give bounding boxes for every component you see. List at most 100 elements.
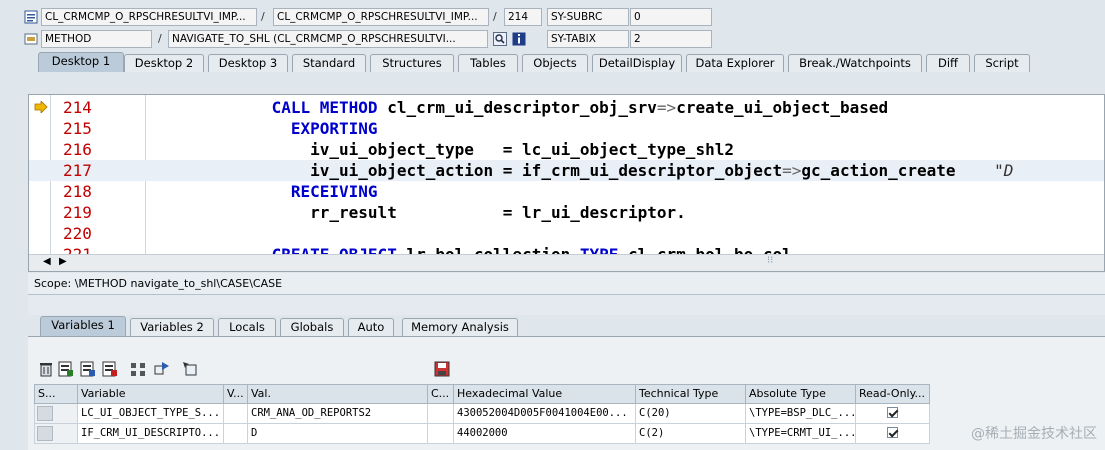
col-header-v[interactable]: V... (224, 384, 248, 404)
tab-breakpoints[interactable]: Break./Watchpoints (788, 54, 922, 72)
variables-panel: S... Variable V... Val. C... Hexadecimal… (28, 336, 1105, 450)
info-icon[interactable] (512, 32, 526, 46)
line-field[interactable]: 214 (504, 8, 542, 26)
cell-absolute-type[interactable]: \TYPE=BSP_DLC_... (746, 404, 856, 424)
tab-desktop-1[interactable]: Desktop 1 (38, 52, 124, 72)
code-token: "D (994, 161, 1014, 180)
select-icon[interactable] (182, 361, 198, 377)
line-number: 215 (63, 119, 92, 138)
hierarchy-icon[interactable] (130, 361, 146, 377)
sysvar-name-1[interactable]: SY-SUBRC (547, 8, 629, 26)
line-number: 214 (63, 98, 92, 117)
sysvar-value-2[interactable]: 2 (630, 30, 712, 48)
scroll-grip-icon[interactable]: ⁝⁝ (767, 255, 773, 266)
row-selector[interactable] (37, 426, 53, 441)
cell-value[interactable]: CRM_ANA_OD_REPORTS2 (248, 404, 428, 424)
cell-variable[interactable]: LC_UI_OBJECT_TYPE_S... (78, 404, 224, 424)
col-header-c[interactable]: C... (428, 384, 454, 404)
event-type-field[interactable]: METHOD (41, 30, 152, 48)
cell-value[interactable]: D (248, 424, 428, 444)
tab-variables-1[interactable]: Variables 1 (40, 316, 126, 336)
delete-icon[interactable] (38, 361, 54, 377)
cell-read-only[interactable] (856, 404, 930, 424)
code-line[interactable]: 215 EXPORTING (29, 118, 1104, 139)
cell-v (224, 404, 248, 424)
col-header-status[interactable]: S... (34, 384, 78, 404)
col-header-read-only[interactable]: Read-Only... (856, 384, 930, 404)
read-only-checkbox[interactable] (887, 427, 898, 438)
desktop-tabbar: Desktop 1 Desktop 2 Desktop 3 Standard S… (0, 52, 1105, 72)
code-text: CALL METHOD cl_crm_ui_descriptor_obj_srv… (156, 97, 889, 118)
code-text: EXPORTING (156, 118, 378, 139)
code-token: EXPORTING (290, 119, 378, 138)
tab-desktop-2[interactable]: Desktop 2 (124, 54, 204, 72)
tab-script[interactable]: Script (974, 54, 1030, 72)
cell-absolute-type[interactable]: \TYPE=CRMT_UI_... (746, 424, 856, 444)
cell-hex[interactable]: 44002000 (454, 424, 636, 444)
tab-locals[interactable]: Locals (218, 318, 276, 336)
remove-row-icon[interactable] (102, 361, 118, 377)
insert-row-icon[interactable] (58, 361, 74, 377)
scroll-left-icon[interactable]: ◀ (43, 256, 51, 267)
tab-structures[interactable]: Structures (370, 54, 454, 72)
tab-objects[interactable]: Objects (522, 54, 588, 72)
event-name-field[interactable]: NAVIGATE_TO_SHL (CL_CRMCMP_O_RPSCHRESULT… (168, 30, 488, 48)
tab-variables-2[interactable]: Variables 2 (130, 318, 214, 336)
code-line[interactable]: 220 (29, 223, 1104, 244)
save-icon[interactable] (434, 361, 450, 377)
code-line[interactable]: 216 iv_ui_object_type = lc_ui_object_typ… (29, 139, 1104, 160)
tab-memory-analysis[interactable]: Memory Analysis (402, 318, 518, 336)
code-line[interactable]: 217 iv_ui_object_action = if_crm_ui_desc… (29, 160, 1104, 181)
program-icon (24, 10, 38, 24)
tab-diff[interactable]: Diff (926, 54, 970, 72)
scroll-right-icon[interactable]: ▶ (59, 256, 67, 267)
tab-auto[interactable]: Auto (348, 318, 394, 336)
tab-tables[interactable]: Tables (458, 54, 518, 72)
code-text: rr_result = lr_ui_descriptor. (156, 202, 686, 223)
cell-technical-type[interactable]: C(20) (636, 404, 746, 424)
line-number: 216 (63, 140, 92, 159)
navigate-icon[interactable] (154, 361, 170, 377)
append-row-icon[interactable] (80, 361, 96, 377)
col-header-technical-type[interactable]: Technical Type (636, 384, 746, 404)
code-token: iv_ui_object_type = lc_ui_object_type_sh… (156, 140, 734, 159)
cell-v (224, 424, 248, 444)
code-line[interactable]: 218 RECEIVING (29, 181, 1104, 202)
scope-path: Scope: \METHOD navigate_to_shl\CASE\CASE (28, 273, 1105, 295)
line-number: 220 (63, 224, 92, 243)
tab-data-explorer[interactable]: Data Explorer (686, 54, 784, 72)
code-text: iv_ui_object_type = lc_ui_object_type_sh… (156, 139, 734, 160)
tab-detaildisplay[interactable]: DetailDisplay (592, 54, 682, 72)
code-token: gc_action_create (801, 161, 995, 180)
sysvar-value-1[interactable]: 0 (630, 8, 712, 26)
tab-standard[interactable]: Standard (292, 54, 366, 72)
code-line[interactable]: 214 CALL METHOD cl_crm_ui_descriptor_obj… (29, 97, 1104, 118)
line-number: 219 (63, 203, 92, 222)
code-line[interactable]: 219 rr_result = lr_ui_descriptor. (29, 202, 1104, 223)
tab-desktop-3[interactable]: Desktop 3 (208, 54, 288, 72)
cell-read-only[interactable] (856, 424, 930, 444)
cell-technical-type[interactable]: C(2) (636, 424, 746, 444)
code-token: CALL METHOD (271, 98, 378, 117)
line-number: 217 (63, 161, 92, 180)
table-row[interactable] (34, 424, 78, 444)
horizontal-scrollbar[interactable]: ◀ ▶ ⁝⁝ (29, 254, 1104, 271)
col-header-hex[interactable]: Hexadecimal Value (454, 384, 636, 404)
sysvar-name-2[interactable]: SY-TABIX (547, 30, 629, 48)
cell-hex[interactable]: 430052004D005F0041004E00... (454, 404, 636, 424)
program-field[interactable]: CL_CRMCMP_O_RPSCHRESULTVI_IMP... (41, 8, 257, 26)
search-icon[interactable] (493, 32, 507, 46)
row-selector[interactable] (37, 406, 53, 421)
read-only-checkbox[interactable] (887, 407, 898, 418)
tab-globals[interactable]: Globals (280, 318, 344, 336)
cell-variable[interactable]: IF_CRM_UI_DESCRIPTO... (78, 424, 224, 444)
col-header-value[interactable]: Val. (248, 384, 428, 404)
table-row[interactable] (34, 404, 78, 424)
include-field[interactable]: CL_CRMCMP_O_RPSCHRESULTVI_IMP... (273, 8, 489, 26)
col-header-variable[interactable]: Variable (78, 384, 224, 404)
code-token: => (656, 98, 677, 117)
col-header-absolute-type[interactable]: Absolute Type (746, 384, 856, 404)
source-code-editor[interactable]: 214 CALL METHOD cl_crm_ui_descriptor_obj… (28, 94, 1105, 272)
